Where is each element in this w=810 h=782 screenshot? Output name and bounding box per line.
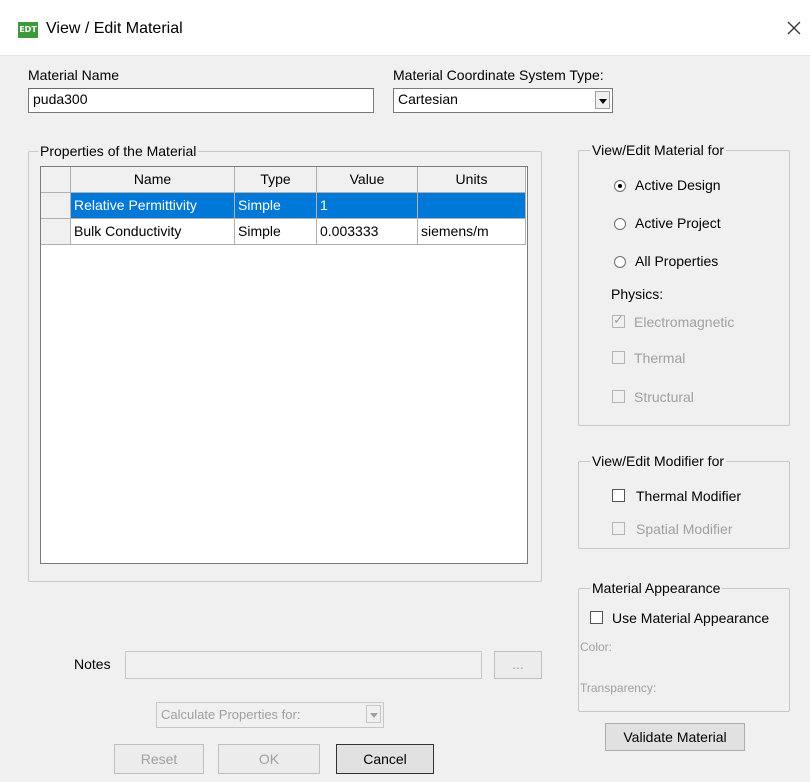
label-thermal-modifier[interactable]: Thermal Modifier [636, 488, 741, 504]
coord-system-value: Cartesian [398, 91, 458, 107]
cell-units[interactable] [418, 193, 526, 219]
label-electromagnetic: Electromagnetic [634, 314, 735, 330]
appearance-legend: Material Appearance [590, 580, 723, 596]
material-name-label: Material Name [28, 67, 120, 83]
validate-material-button[interactable]: Validate Material [605, 723, 745, 751]
chevron-down-icon [366, 705, 381, 723]
close-button[interactable] [786, 16, 810, 40]
radio-active-design[interactable] [614, 180, 626, 192]
row-header-corner [41, 167, 71, 193]
label-active-project[interactable]: Active Project [635, 215, 721, 231]
label-all-properties[interactable]: All Properties [635, 253, 718, 269]
label-use-appearance[interactable]: Use Material Appearance [612, 610, 769, 626]
table-row[interactable]: Bulk Conductivity Simple 0.003333 siemen… [41, 219, 527, 245]
column-header-name[interactable]: Name [71, 167, 235, 193]
properties-legend: Properties of the Material [38, 143, 199, 159]
table-header: Name Type Value Units [41, 167, 527, 193]
row-header[interactable] [41, 219, 71, 245]
chevron-down-icon [595, 91, 610, 109]
label-thermal: Thermal [634, 350, 686, 366]
calculate-properties-value: Calculate Properties for: [161, 707, 301, 722]
cell-type[interactable]: Simple [235, 193, 317, 219]
reset-button[interactable]: Reset [114, 744, 204, 774]
material-name-input[interactable]: puda300 [28, 88, 374, 113]
label-structural: Structural [634, 389, 694, 405]
color-label: Color: [580, 640, 613, 654]
close-icon [787, 21, 801, 35]
table-row[interactable]: Relative Permittivity Simple 1 [41, 193, 527, 219]
cell-units[interactable]: siemens/m [418, 219, 526, 245]
app-icon: EDT [18, 22, 38, 38]
checkbox-use-appearance[interactable] [590, 611, 603, 624]
cancel-button[interactable]: Cancel [336, 744, 434, 774]
coord-system-label: Material Coordinate System Type: [393, 67, 604, 83]
view-edit-for-legend: View/Edit Material for [590, 142, 727, 158]
column-header-units[interactable]: Units [418, 167, 526, 193]
calculate-properties-select: Calculate Properties for: [156, 702, 384, 728]
checkbox-spatial-modifier [612, 522, 625, 535]
cell-name[interactable]: Bulk Conductivity [71, 219, 235, 245]
radio-all-properties[interactable] [614, 256, 626, 268]
checkbox-thermal-modifier[interactable] [612, 489, 625, 502]
title-bar: EDT View / Edit Material [0, 0, 810, 56]
cell-type[interactable]: Simple [235, 219, 317, 245]
checkbox-electromagnetic [612, 313, 625, 328]
coord-system-select[interactable]: Cartesian [393, 88, 613, 113]
notes-input[interactable] [125, 651, 482, 679]
label-spatial-modifier: Spatial Modifier [636, 521, 733, 537]
row-header[interactable] [41, 193, 71, 219]
properties-table[interactable]: Name Type Value Units Relative Permittiv… [40, 166, 528, 564]
checkbox-thermal [612, 351, 625, 364]
radio-active-project[interactable] [614, 218, 626, 230]
notes-browse-button[interactable]: ... [494, 651, 542, 679]
cell-name[interactable]: Relative Permittivity [71, 193, 235, 219]
label-active-design[interactable]: Active Design [635, 177, 721, 193]
transparency-label: Transparency: [580, 681, 657, 695]
column-header-type[interactable]: Type [235, 167, 317, 193]
cell-value[interactable]: 0.003333 [317, 219, 418, 245]
cell-value[interactable]: 1 [317, 193, 418, 219]
checkbox-structural [612, 390, 625, 403]
ok-button[interactable]: OK [218, 744, 320, 774]
notes-label: Notes [74, 656, 111, 672]
column-header-value[interactable]: Value [317, 167, 418, 193]
window-title: View / Edit Material [46, 20, 183, 37]
physics-label: Physics: [611, 286, 664, 302]
modifier-legend: View/Edit Modifier for [590, 453, 727, 469]
